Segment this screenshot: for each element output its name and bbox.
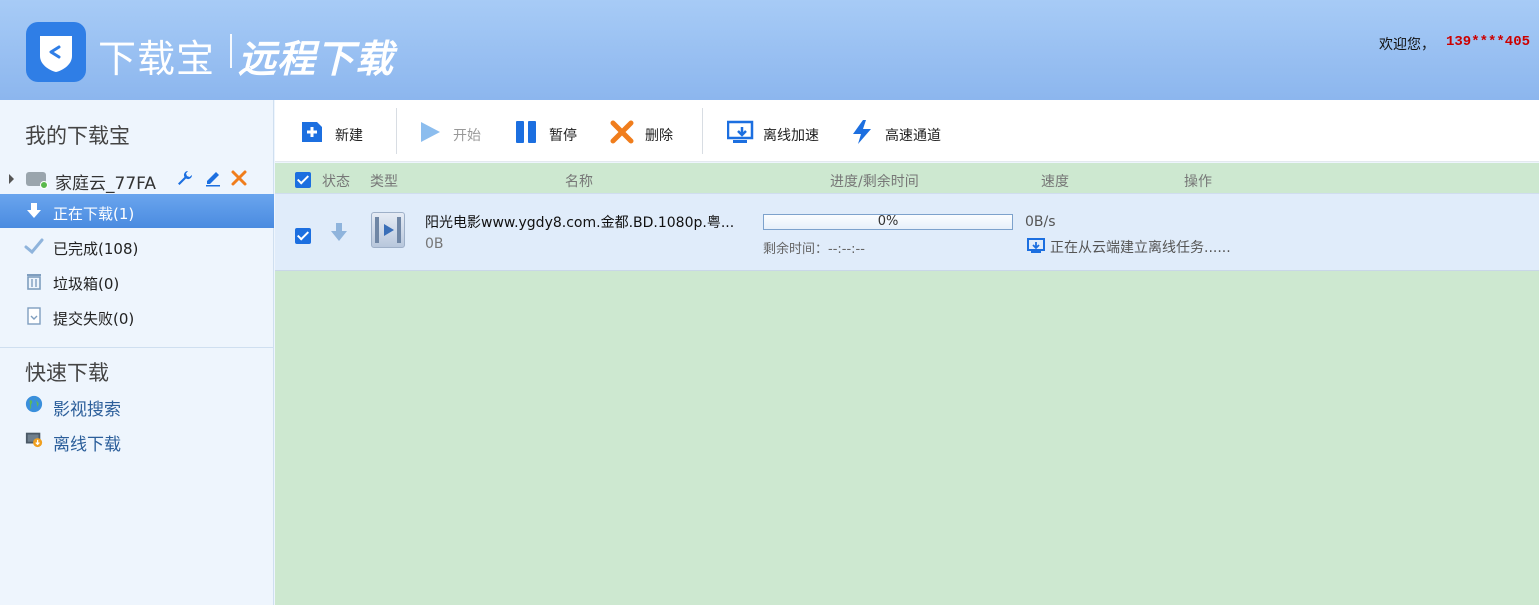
brand-divider — [230, 34, 232, 68]
trash-icon — [27, 274, 41, 290]
globe-icon — [25, 395, 43, 413]
sidebar-item-label: 离线下载 — [53, 435, 121, 455]
sidebar-divider — [0, 347, 274, 348]
wrench-icon[interactable] — [176, 169, 194, 191]
remaining-time: 剩余时间：--:--:-- — [763, 242, 865, 257]
video-file-icon — [371, 212, 405, 248]
file-size: 0B — [425, 236, 444, 252]
progress-bar: 0% — [763, 214, 1013, 230]
sidebar-item-label: 正在下载(1) — [53, 205, 135, 223]
device-row[interactable]: 家庭云_77FA — [0, 164, 274, 194]
file-name[interactable]: 阳光电影www.ygdy8.com.金都.BD.1080p.粤... — [425, 212, 734, 232]
download-arrow-icon — [27, 203, 41, 218]
offline-accelerate-button[interactable]: 离线加速 — [727, 100, 837, 162]
edit-pencil-icon[interactable] — [204, 169, 222, 191]
progress-percent: 0% — [877, 214, 899, 229]
new-button-label: 新建 — [335, 128, 363, 144]
brand-name: 下载宝 — [98, 37, 216, 81]
column-type[interactable]: 类型 — [370, 171, 398, 191]
user-account-link[interactable]: 139****405 — [1446, 34, 1530, 50]
delete-button[interactable]: 删除 — [609, 100, 685, 162]
sidebar-item-label: 已完成(108) — [53, 240, 139, 258]
delete-x-icon — [610, 120, 634, 144]
downloading-arrow-icon — [331, 223, 347, 241]
pause-button[interactable]: 暂停 — [513, 100, 589, 162]
remove-device-icon[interactable] — [230, 169, 248, 191]
sidebar-item-failed[interactable]: 提交失败(0) — [0, 299, 274, 333]
brand-subtitle: 远程下载 — [238, 37, 395, 81]
high-speed-channel-button[interactable]: 高速通道 — [849, 100, 959, 162]
toolbar-separator — [396, 108, 397, 154]
sidebar-item-downloading[interactable]: 正在下载(1) — [0, 194, 274, 228]
sidebar-item-label: 影视搜索 — [53, 400, 121, 420]
delete-button-label: 删除 — [645, 128, 673, 144]
column-status[interactable]: 状态 — [322, 171, 350, 191]
expand-triangle-icon[interactable] — [9, 174, 14, 184]
check-icon — [24, 238, 44, 255]
sidebar-item-completed[interactable]: 已完成(108) — [0, 229, 274, 263]
offline-accelerate-label: 离线加速 — [763, 128, 819, 144]
column-action[interactable]: 操作 — [1184, 171, 1212, 191]
sidebar-item-offline-download[interactable]: 离线下载 — [0, 426, 274, 456]
welcome-text: 欢迎您， — [1379, 38, 1435, 53]
new-button[interactable]: 新建 — [299, 100, 375, 162]
offline-download-icon — [25, 432, 43, 448]
app-logo-icon — [26, 22, 86, 82]
failed-doc-icon — [27, 307, 41, 325]
sidebar-item-trash[interactable]: 垃圾箱(0) — [0, 264, 274, 298]
pause-button-label: 暂停 — [549, 128, 577, 144]
router-device-icon — [26, 172, 48, 189]
sidebar-item-label: 提交失败(0) — [53, 310, 135, 328]
play-icon — [421, 122, 440, 142]
sidebar-item-label: 垃圾箱(0) — [53, 275, 120, 293]
column-progress[interactable]: 进度/剩余时间 — [830, 171, 919, 191]
sidebar: 我的下载宝 家庭云_77FA 正在下载(1) 已完成(108) 垃圾箱(0) 提… — [0, 100, 274, 605]
table-row[interactable]: 阳光电影www.ygdy8.com.金都.BD.1080p.粤... 0B 0%… — [275, 193, 1539, 271]
row-checkbox[interactable] — [295, 228, 311, 244]
download-speed: 0B/s — [1025, 214, 1056, 230]
offline-monitor-icon — [727, 120, 754, 143]
toolbar: 新建 开始 暂停 删除 离线加速 高速通道 — [275, 100, 1539, 162]
toolbar-separator — [702, 108, 703, 154]
column-speed[interactable]: 速度 — [1041, 171, 1069, 191]
task-status: 正在从云端建立离线任务...... — [1050, 240, 1231, 256]
new-task-icon — [302, 122, 322, 142]
start-button-label: 开始 — [453, 128, 481, 144]
quick-download-title: 快速下载 — [25, 361, 109, 385]
app-header: 下载宝 远程下载 欢迎您， 139****405 — [0, 0, 1539, 100]
device-name: 家庭云_77FA — [55, 174, 156, 194]
select-all-checkbox[interactable] — [295, 172, 311, 188]
cloud-offline-icon — [1027, 238, 1045, 253]
lightning-icon — [853, 120, 871, 144]
sidebar-title: 我的下载宝 — [25, 124, 130, 148]
start-button[interactable]: 开始 — [417, 100, 493, 162]
pause-icon — [516, 121, 536, 143]
sidebar-item-video-search[interactable]: 影视搜索 — [0, 391, 274, 421]
high-speed-channel-label: 高速通道 — [885, 128, 941, 144]
download-list: 状态 类型 名称 进度/剩余时间 速度 操作 阳光电影www.ygdy8.com… — [275, 163, 1539, 605]
column-name[interactable]: 名称 — [565, 171, 593, 191]
column-header: 状态 类型 名称 进度/剩余时间 速度 操作 — [275, 163, 1539, 193]
